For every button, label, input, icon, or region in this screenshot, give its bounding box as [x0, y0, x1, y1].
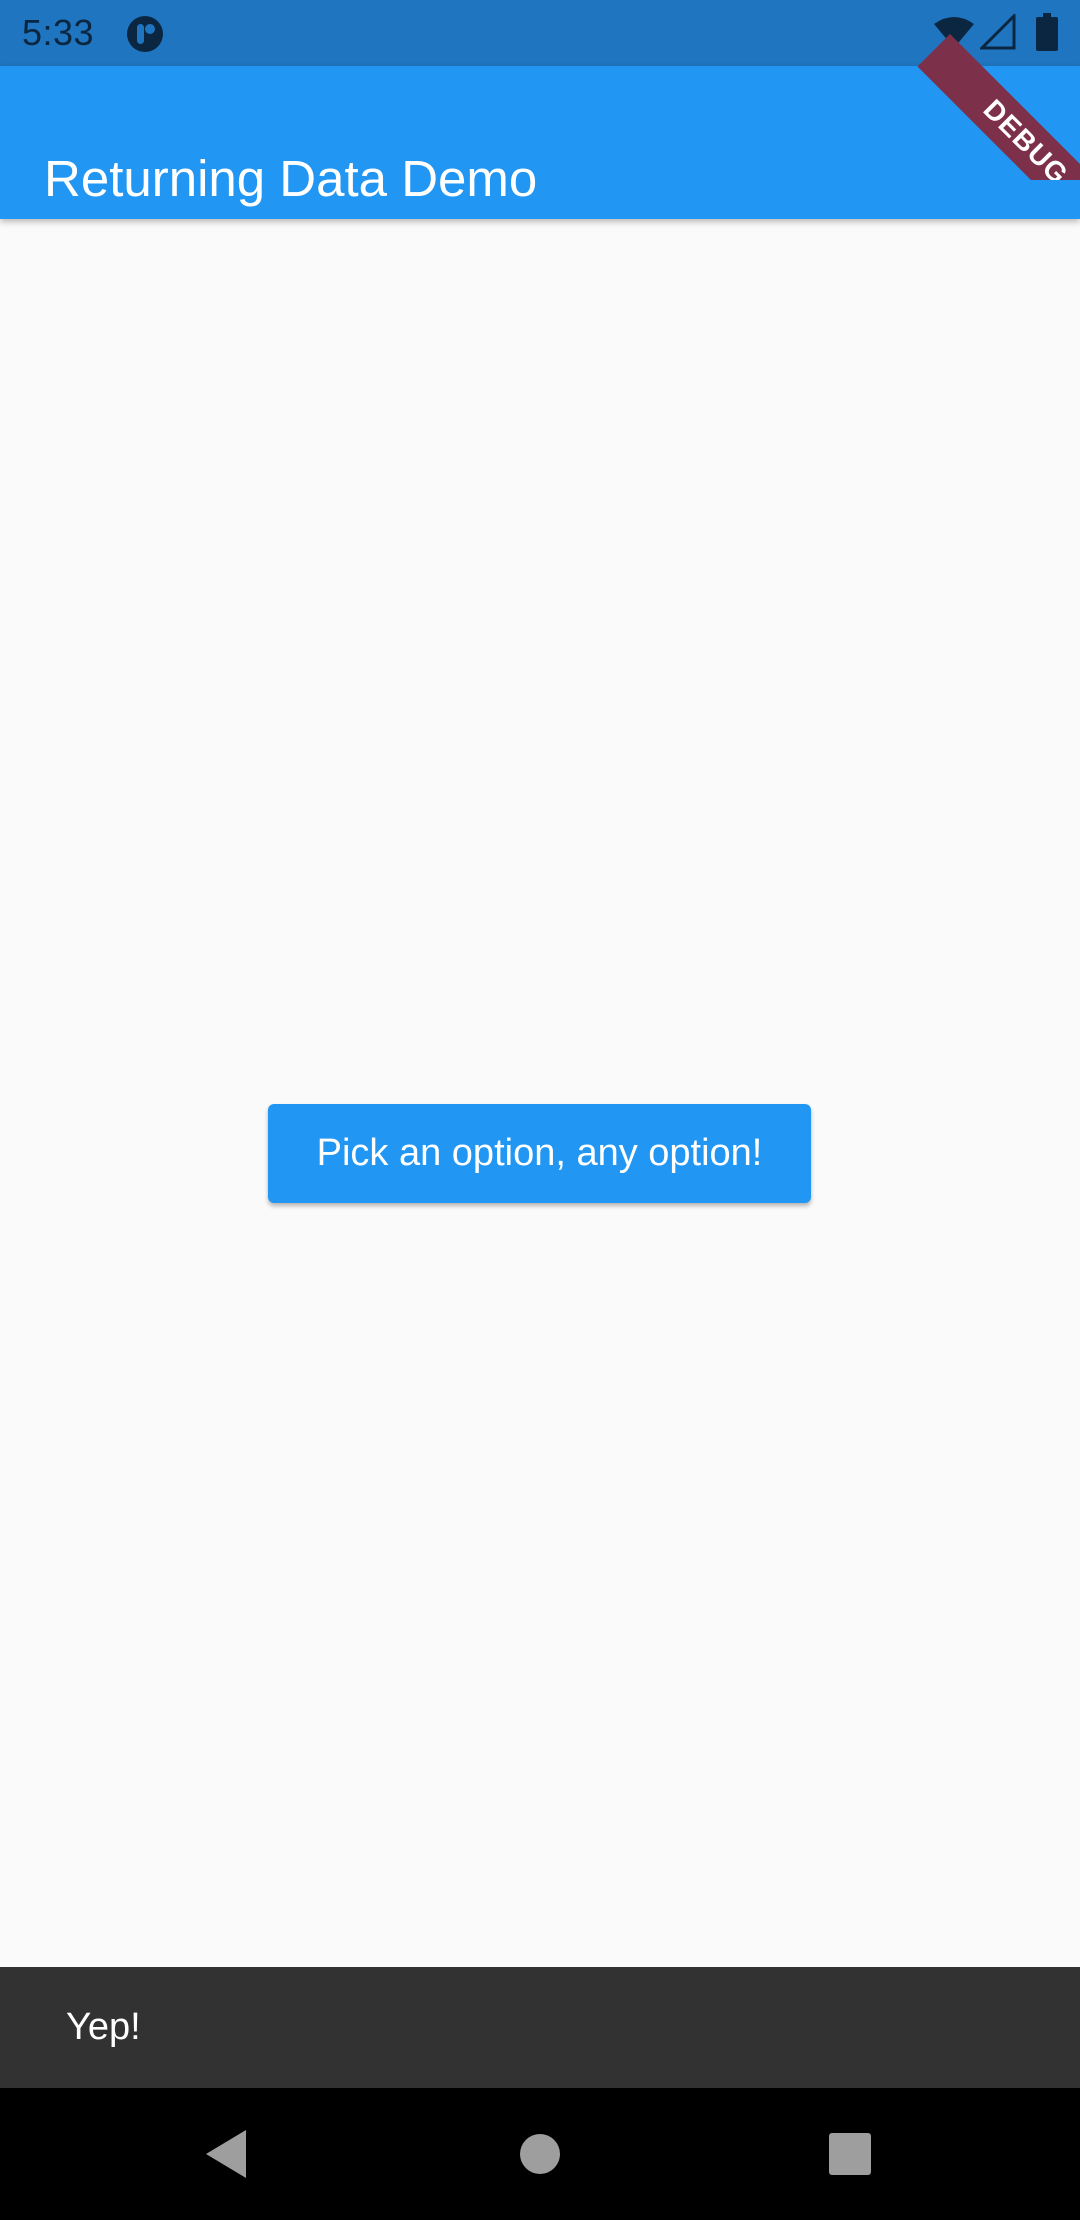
- home-icon[interactable]: [504, 2118, 576, 2190]
- navigation-bar: [0, 2088, 1080, 2220]
- back-icon[interactable]: [190, 2118, 262, 2190]
- app-notification-icon: [127, 16, 163, 52]
- status-time: 5:33: [22, 12, 95, 53]
- page-title: Returning Data Demo: [44, 150, 538, 208]
- snackbar-message: Yep!: [66, 2006, 141, 2048]
- debug-banner-label: DEBUG: [917, 34, 1080, 180]
- debug-banner: DEBUG: [900, 0, 1080, 180]
- snackbar: Yep!: [0, 1967, 1080, 2088]
- main-content: [0, 219, 1080, 1967]
- recents-icon[interactable]: [814, 2118, 886, 2190]
- pick-option-button[interactable]: Pick an option, any option!: [268, 1104, 811, 1203]
